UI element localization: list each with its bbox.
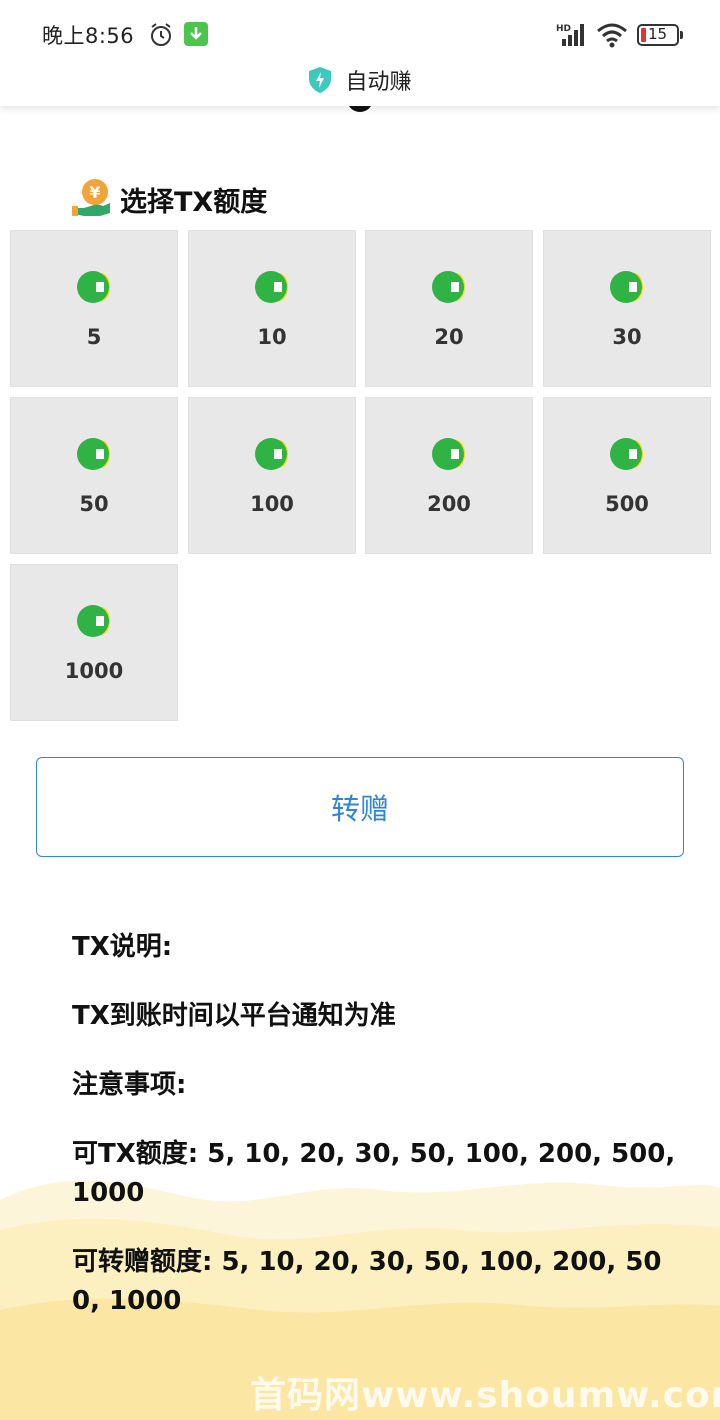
note-arrival-time: TX到账时间以平台通知为准 [72, 1001, 396, 1031]
shield-bolt-icon [309, 67, 332, 93]
coin-icon [255, 438, 288, 470]
amount-option[interactable]: 30 [543, 230, 711, 387]
svg-text:¥: ¥ [89, 183, 100, 202]
amount-label: 30 [612, 325, 642, 349]
amount-option[interactable]: 50 [10, 397, 178, 554]
amount-option[interactable]: 200 [365, 397, 533, 554]
coin-icon [77, 271, 110, 303]
download-app-icon [184, 22, 208, 46]
coin-icon [432, 438, 465, 470]
amount-option[interactable]: 20 [365, 230, 533, 387]
note-attention: 注意事项: [72, 1070, 187, 1100]
note-transfer-amounts: 可转赠额度: 5, 10, 20, 30, 50, 100, 200, 500,… [72, 1247, 662, 1316]
coin-icon [432, 271, 465, 303]
amount-option[interactable]: 500 [543, 397, 711, 554]
status-bar: 晚上8:56 HD 15 [0, 0, 720, 62]
battery-indicator: 15 [637, 24, 683, 46]
alarm-clock-icon [151, 23, 171, 46]
signal-hd-icon: HD [556, 24, 584, 46]
battery-level [641, 28, 646, 42]
battery-percentage: 15 [648, 25, 668, 43]
wifi-icon [597, 23, 627, 48]
withdraw-notes: TX说明: TX到账时间以平台通知为准 注意事项: 可TX额度: 5, 10, … [72, 928, 684, 1351]
coin-icon [77, 438, 110, 470]
amount-label: 20 [434, 325, 464, 349]
note-tx-amounts: 可TX额度: 5, 10, 20, 30, 50, 100, 200, 500,… [72, 1139, 676, 1208]
section-title: 选择TX额度 [120, 187, 268, 218]
coin-icon [610, 438, 643, 470]
amount-label: 1000 [64, 659, 124, 683]
amount-label: 100 [250, 492, 294, 516]
amount-label: 500 [605, 492, 649, 516]
coin-hand-icon: ¥ [72, 179, 110, 216]
app-title: 自动赚 [345, 70, 412, 95]
amount-label: 50 [79, 492, 109, 516]
watermark: 首码网www.shoumw.com [250, 1375, 720, 1416]
network-label: HD [556, 24, 571, 34]
app-title-bar: 自动赚 [0, 62, 720, 106]
coin-icon [610, 271, 643, 303]
amount-label: 10 [257, 325, 287, 349]
amount-option[interactable]: 10 [188, 230, 356, 387]
transfer-button[interactable]: 转赠 [36, 757, 684, 857]
status-time: 晚上8:56 [42, 24, 135, 48]
amount-option[interactable]: 1000 [10, 564, 178, 721]
amount-option[interactable]: 5 [10, 230, 178, 387]
amount-option[interactable]: 100 [188, 397, 356, 554]
amount-label: 200 [427, 492, 471, 516]
coin-icon [77, 605, 110, 637]
coin-icon [255, 271, 288, 303]
note-heading: TX说明: [72, 932, 173, 962]
amount-label: 5 [86, 325, 102, 349]
